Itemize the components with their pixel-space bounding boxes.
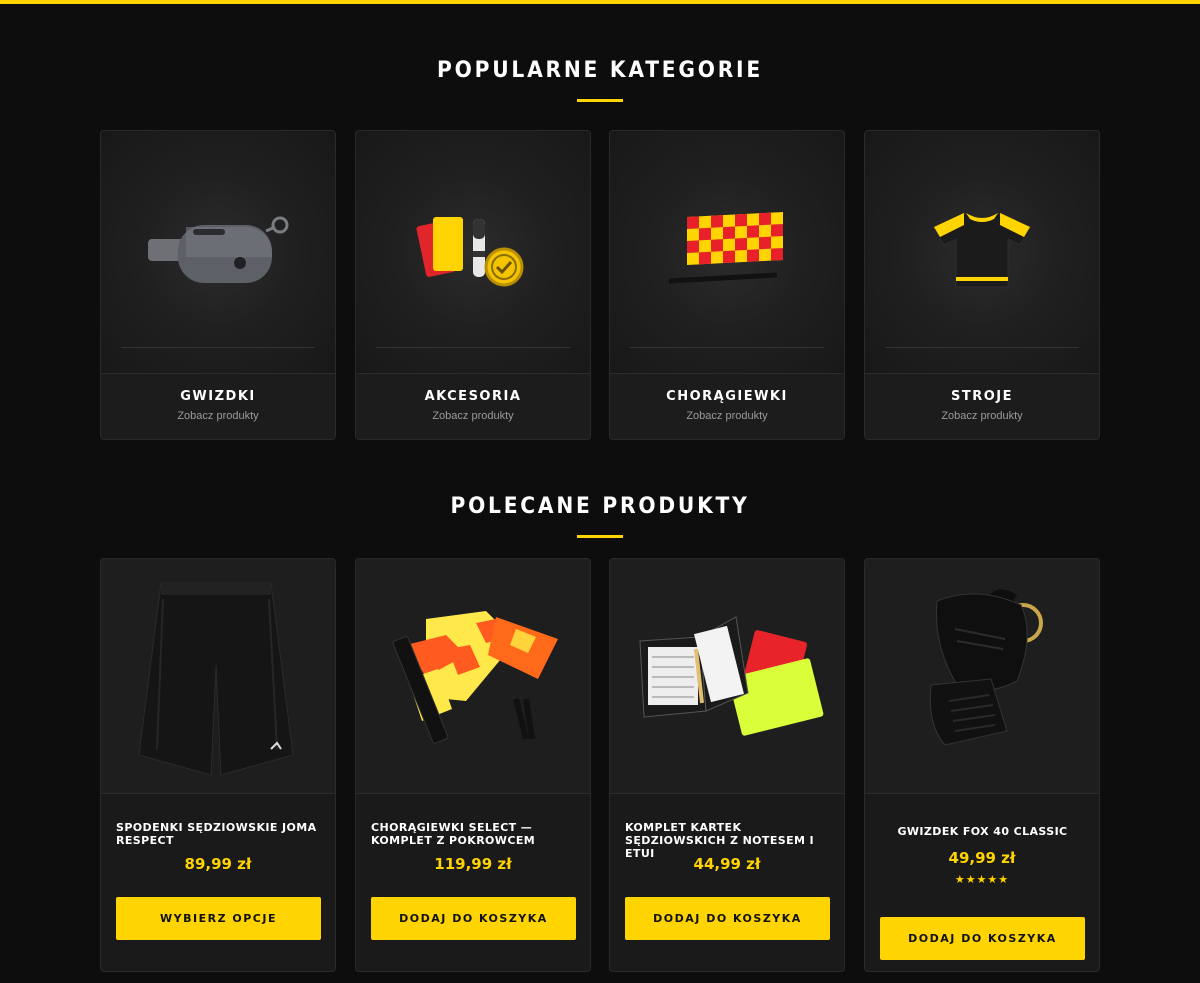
rating-stars: ★★★★★ (954, 874, 1010, 886)
product-image-link[interactable] (356, 559, 590, 794)
product-image-link[interactable] (101, 559, 335, 794)
product-name[interactable]: GWIZDEK FOX 40 CLASSIC (880, 825, 1085, 838)
product-card: GWIZDEK FOX 40 CLASSIC 49,99 zł ★★★★★ DO… (864, 558, 1100, 972)
category-card-gwizdki[interactable]: GWIZDKI Zobacz produkty (100, 130, 336, 440)
add-to-cart-button[interactable]: DODAJ DO KOSZYKA (880, 917, 1085, 960)
category-card-choragiewki[interactable]: CHORĄGIEWKI Zobacz produkty (609, 130, 845, 440)
category-card-stroje[interactable]: STROJE Zobacz produkty (864, 130, 1100, 440)
product-image-link[interactable] (610, 559, 844, 794)
popular-categories-title: POPULARNE KATEGORIE (437, 58, 763, 83)
product-price: 119,99 zł (434, 855, 512, 873)
category-image (356, 131, 590, 373)
product-price: 89,99 zł (184, 855, 252, 873)
add-to-cart-button[interactable]: DODAJ DO KOSZYKA (371, 897, 576, 940)
title-underline (577, 99, 623, 102)
top-accent-bar (0, 0, 1200, 4)
category-card-akcesoria[interactable]: AKCESORIA Zobacz produkty (355, 130, 591, 440)
checkered-flag-icon (668, 211, 783, 284)
category-name: CHORĄGIEWKI (666, 389, 788, 404)
product-name[interactable]: SPODENKI SĘDZIOWSKIE JOMA RESPECT (116, 821, 321, 847)
product-card: KOMPLET KARTEK SĘDZIOWSKICH Z NOTESEM I … (609, 558, 845, 972)
product-image-link[interactable] (865, 559, 1099, 794)
product-name[interactable]: CHORĄGIEWKI SELECT — KOMPLET Z POKROWCEM (371, 821, 576, 847)
product-card: SPODENKI SĘDZIOWSKIE JOMA RESPECT 89,99 … (100, 558, 336, 972)
category-link[interactable]: Zobacz produkty (865, 410, 1099, 422)
select-flags-image (392, 611, 558, 744)
category-image (610, 131, 844, 373)
category-image (865, 131, 1099, 373)
category-link[interactable]: Zobacz produkty (356, 410, 590, 422)
product-card: CHORĄGIEWKI SELECT — KOMPLET Z POKROWCEM… (355, 558, 591, 972)
referee-cards-wallet-image (639, 616, 824, 736)
add-to-cart-button[interactable]: DODAJ DO KOSZYKA (625, 897, 830, 940)
category-name: STROJE (950, 389, 1013, 404)
black-shorts-image (138, 582, 294, 776)
category-image (101, 131, 335, 373)
title-underline (577, 535, 623, 538)
whistle-icon (148, 216, 289, 283)
category-name: GWIZDKI (180, 389, 256, 404)
referee-accessories-icon (416, 217, 524, 287)
category-link[interactable]: Zobacz produkty (610, 410, 844, 422)
featured-products-title: POLECANE PRODUKTY (450, 494, 750, 519)
product-price: 44,99 zł (693, 855, 761, 873)
fox40-whistle-image (929, 589, 1043, 746)
jersey-icon (933, 212, 1031, 288)
category-name: AKCESORIA (424, 389, 522, 404)
product-price: 49,99 zł (948, 849, 1016, 867)
category-link[interactable]: Zobacz produkty (101, 410, 335, 422)
choose-options-button[interactable]: WYBIERZ OPCJE (116, 897, 321, 940)
